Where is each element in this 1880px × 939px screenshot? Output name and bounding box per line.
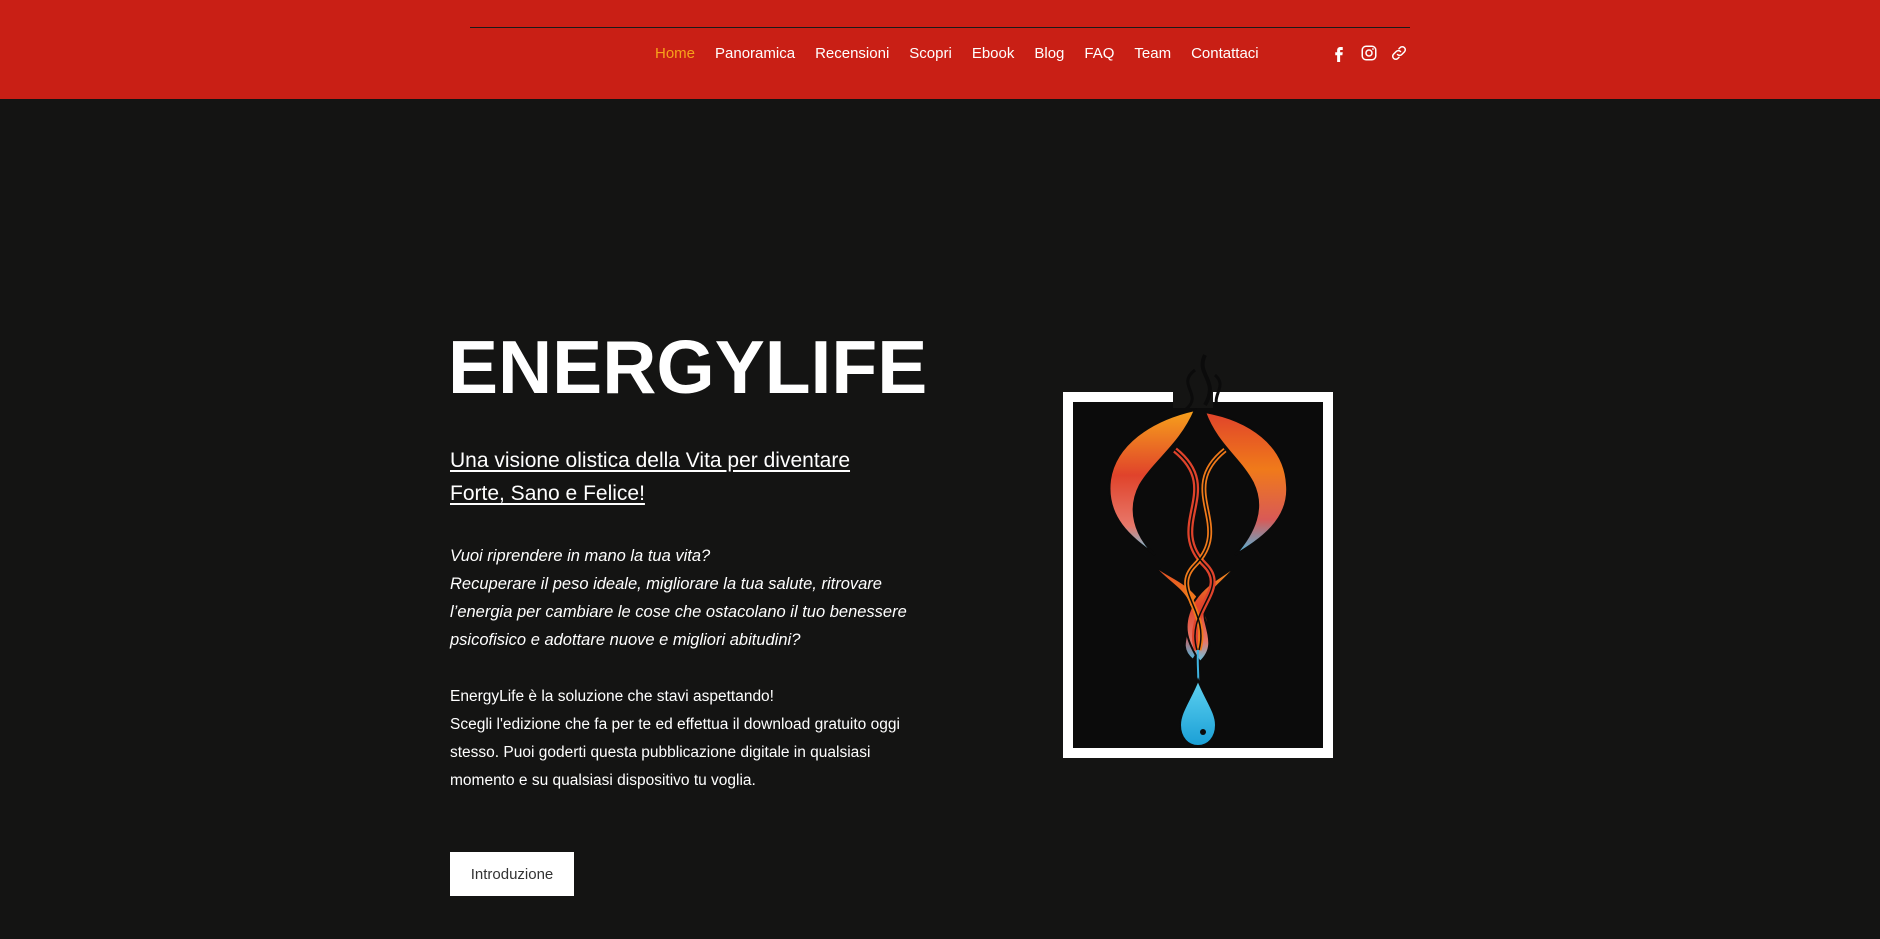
nav-item-recensioni[interactable]: Recensioni xyxy=(805,44,899,64)
nav-item-blog[interactable]: Blog xyxy=(1024,44,1074,64)
header-divider xyxy=(470,27,1410,28)
instagram-icon[interactable] xyxy=(1360,44,1378,62)
nav-item-team[interactable]: Team xyxy=(1124,44,1181,64)
hero-body: EnergyLife è la soluzione che stavi aspe… xyxy=(450,683,920,795)
body-line: Scegli l'edizione che fa per te ed effet… xyxy=(450,716,900,789)
nav-item-faq[interactable]: FAQ xyxy=(1074,44,1124,64)
hero-subtitle-link[interactable]: Una visione olistica della Vita per dive… xyxy=(450,444,910,510)
introduzione-button[interactable]: Introduzione xyxy=(450,852,574,896)
energylife-logo xyxy=(1055,350,1340,765)
hero-question: Vuoi riprendere in mano la tua vita? Rec… xyxy=(450,542,920,654)
link-icon[interactable] xyxy=(1390,44,1408,62)
facebook-icon[interactable] xyxy=(1330,44,1348,62)
body-line: EnergyLife è la soluzione che stavi aspe… xyxy=(450,688,774,705)
question-line: Vuoi riprendere in mano la tua vita? xyxy=(450,547,711,565)
nav-item-scopri[interactable]: Scopri xyxy=(899,44,962,64)
question-line: Recuperare il peso ideale, migliorare la… xyxy=(450,575,907,649)
hero-section xyxy=(0,99,1880,939)
main-nav: Home Panoramica Recensioni Scopri Ebook … xyxy=(645,44,1269,64)
nav-item-panoramica[interactable]: Panoramica xyxy=(705,44,805,64)
nav-item-contattaci[interactable]: Contattaci xyxy=(1181,44,1269,64)
social-bar xyxy=(1330,44,1408,62)
page-title: ENERGYLIFE xyxy=(448,325,928,409)
site-header: Home Panoramica Recensioni Scopri Ebook … xyxy=(0,0,1880,99)
nav-item-home[interactable]: Home xyxy=(645,44,705,64)
nav-item-ebook[interactable]: Ebook xyxy=(962,44,1025,64)
